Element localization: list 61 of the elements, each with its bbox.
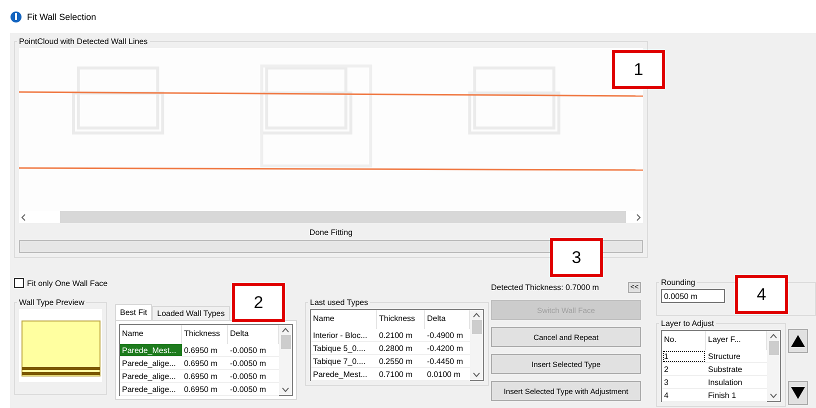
callout-label: 2 bbox=[232, 283, 285, 322]
window-title: Fit Wall Selection bbox=[27, 12, 96, 22]
table-cell[interactable]: Parede_Mest... bbox=[311, 368, 377, 381]
table-cell[interactable]: 0.7100 m bbox=[377, 368, 425, 381]
table-cell[interactable]: 0.6950 m bbox=[182, 383, 228, 396]
tab[interactable]: Best Fit bbox=[115, 304, 152, 320]
table-cell[interactable]: 0.6950 m bbox=[182, 370, 228, 383]
scroll-down-icon[interactable] bbox=[473, 372, 480, 378]
column-header[interactable]: Thickness bbox=[182, 325, 228, 344]
table-cell[interactable]: 0.6950 m bbox=[182, 357, 228, 370]
status-text: Done Fitting bbox=[308, 227, 354, 239]
column-header[interactable]: Name bbox=[311, 310, 377, 329]
move-up-button[interactable] bbox=[788, 329, 808, 353]
callout-label: 1 bbox=[612, 50, 665, 89]
app-icon bbox=[10, 10, 22, 22]
table-cell[interactable]: Parede_alige... bbox=[120, 357, 182, 370]
scrollbar[interactable] bbox=[279, 325, 292, 395]
table-cell[interactable]: 3 bbox=[662, 376, 706, 389]
scroll-thumb[interactable] bbox=[472, 320, 482, 334]
scroll-up-icon[interactable] bbox=[473, 312, 480, 318]
column-header[interactable]: No. bbox=[662, 331, 706, 350]
table[interactable]: Name Thickness Delta Parede_Mest... 0.6950 m -0.0050 m Parede_alige... 0.6950 m -0.0050 m Parede_alige... 0.6950 m -0.0050 m Parede_alige... 0.6950 m -0.0050 m bbox=[119, 324, 293, 396]
scroll-down-icon[interactable] bbox=[770, 393, 777, 399]
table-cell[interactable]: 2 bbox=[662, 363, 706, 376]
scroll-right-icon[interactable] bbox=[636, 214, 641, 220]
table-cell[interactable]: 0.6950 m bbox=[182, 344, 228, 357]
table-cell[interactable]: 0.2100 m bbox=[377, 329, 425, 342]
scroll-down-icon[interactable] bbox=[282, 387, 289, 393]
table-cell[interactable]: 1 bbox=[662, 350, 706, 363]
table-cell[interactable]: Tabique 7_0.... bbox=[311, 355, 377, 368]
table-cell[interactable]: 0.2800 m bbox=[377, 342, 425, 355]
callout-label: 4 bbox=[735, 275, 788, 314]
table-cell[interactable]: Parede_alige... bbox=[120, 370, 182, 383]
tab[interactable]: Loaded Wall Types bbox=[152, 306, 230, 320]
rounding-field[interactable]: 0.0050 m bbox=[661, 289, 725, 303]
up-triangle-icon bbox=[791, 335, 805, 347]
scroll-thumb[interactable] bbox=[768, 341, 778, 355]
table-cell[interactable]: Tabique 5_0.... bbox=[311, 342, 377, 355]
scrollbar[interactable] bbox=[470, 310, 483, 380]
scroll-thumb[interactable] bbox=[280, 335, 290, 349]
table-cell[interactable]: 0.2550 m bbox=[377, 355, 425, 368]
down-triangle-icon bbox=[791, 387, 805, 399]
table-cell[interactable]: 4 bbox=[662, 389, 706, 402]
group-title: Layer to Adjust bbox=[660, 319, 715, 328]
scrollbar[interactable] bbox=[19, 211, 643, 223]
move-down-button[interactable] bbox=[788, 381, 808, 405]
group-title: Rounding bbox=[660, 278, 696, 287]
scroll-left-icon[interactable] bbox=[21, 214, 26, 220]
scrollbar[interactable] bbox=[767, 331, 780, 401]
scroll-up-icon[interactable] bbox=[770, 333, 777, 339]
group-title: Wall Type Preview bbox=[18, 298, 86, 307]
group-title: Last used Types bbox=[309, 298, 370, 307]
table-cell[interactable]: Interior - Bloc... bbox=[311, 329, 377, 342]
detected-thickness-label: Detected Thickness: 0.7000 m bbox=[491, 283, 599, 292]
table[interactable]: Name Thickness Delta Interior - Bloc... 0.2100 m -0.4900 m Tabique 5_0.... 0.2800 m -0.4200 m Tabique 7_0.... 0.2550 m -0.4450 m Parede_Mest... 0.7100 m 0.0100 m bbox=[310, 309, 484, 381]
table[interactable]: No. Layer F... 1 Structure 2 Substrate 3 Insulation 4 Finish 1 bbox=[661, 330, 781, 402]
group-title: PointCloud with Detected Wall Lines bbox=[18, 37, 149, 46]
table-cell[interactable]: Parede_alige... bbox=[120, 383, 182, 396]
scroll-up-icon[interactable] bbox=[282, 327, 289, 333]
column-header[interactable]: Thickness bbox=[377, 310, 425, 329]
table-cell[interactable]: Parede_Mest... bbox=[120, 344, 182, 357]
